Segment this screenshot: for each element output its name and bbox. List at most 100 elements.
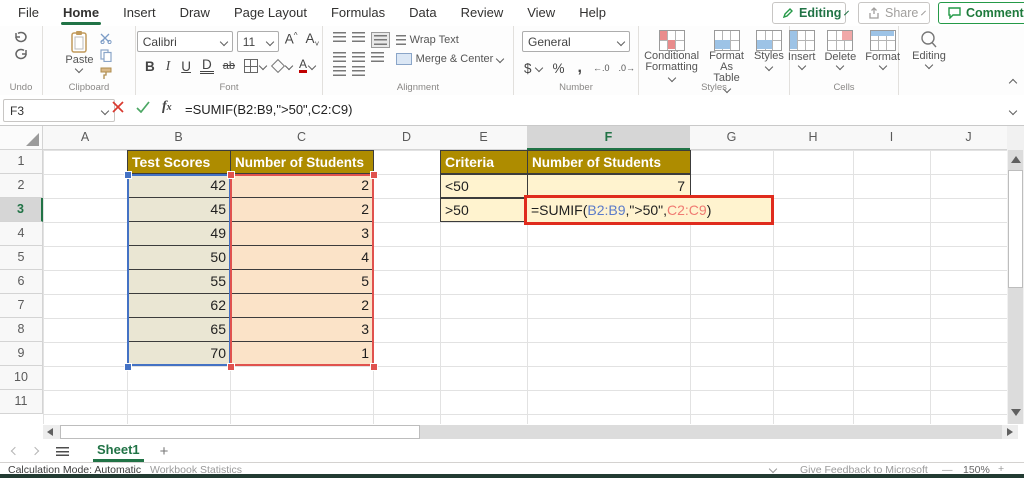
tab-file[interactable]: File bbox=[6, 0, 51, 26]
underline-button[interactable]: U bbox=[179, 59, 193, 74]
row-header-6[interactable]: 6 bbox=[0, 270, 43, 294]
paste-button[interactable]: Paste bbox=[65, 30, 93, 72]
format-painter-icon[interactable] bbox=[100, 67, 113, 80]
borders-button[interactable] bbox=[244, 59, 266, 73]
tab-draw[interactable]: Draw bbox=[168, 0, 222, 26]
tab-data[interactable]: Data bbox=[397, 0, 448, 26]
vertical-scrollbar-thumb[interactable] bbox=[1008, 170, 1023, 288]
range-handle-red-bottom-left[interactable] bbox=[227, 363, 235, 371]
align-middle-icon[interactable] bbox=[352, 32, 365, 42]
accounting-format-button[interactable]: $ bbox=[522, 61, 542, 76]
range-handle-blue-top-left[interactable] bbox=[124, 171, 132, 179]
range-handle-red-top-right[interactable] bbox=[370, 171, 378, 179]
undo-icon[interactable] bbox=[13, 30, 29, 43]
cell-B1[interactable]: Test Scores bbox=[127, 150, 231, 174]
row-header-8[interactable]: 8 bbox=[0, 318, 43, 342]
tab-home[interactable]: Home bbox=[51, 0, 111, 26]
copy-icon[interactable] bbox=[100, 49, 113, 62]
scroll-right-arrow[interactable] bbox=[1007, 428, 1013, 436]
formula-input[interactable]: =SUMIF(B2:B9,">50",C2:C9) bbox=[185, 95, 352, 125]
column-header-E[interactable]: E bbox=[440, 126, 528, 150]
bold-button[interactable]: B bbox=[143, 59, 157, 74]
row-header-5[interactable]: 5 bbox=[0, 246, 43, 270]
row-header-4[interactable]: 4 bbox=[0, 222, 43, 246]
italic-button[interactable]: I bbox=[164, 58, 173, 74]
column-header-G[interactable]: G bbox=[690, 126, 774, 150]
cell-E2[interactable]: <50 bbox=[440, 174, 528, 198]
row-header-2[interactable]: 2 bbox=[0, 174, 43, 198]
column-header-J[interactable]: J bbox=[930, 126, 1007, 150]
font-name-select[interactable]: Calibri bbox=[137, 31, 233, 52]
percent-style-button[interactable]: % bbox=[551, 61, 567, 76]
column-header-B[interactable]: B bbox=[127, 126, 231, 150]
font-size-select[interactable]: 11 bbox=[237, 31, 279, 52]
tab-formulas[interactable]: Formulas bbox=[319, 0, 397, 26]
range-handle-red-top-left[interactable] bbox=[227, 171, 235, 179]
tab-help[interactable]: Help bbox=[567, 0, 618, 26]
format-cells-button[interactable]: Format bbox=[865, 30, 900, 69]
column-header-F[interactable]: F bbox=[527, 126, 691, 150]
cell-styles-button[interactable]: Styles bbox=[754, 30, 784, 73]
shrink-font-button[interactable]: A˅ bbox=[304, 31, 322, 52]
confirm-entry-icon[interactable] bbox=[136, 101, 150, 113]
row-header-9[interactable]: 9 bbox=[0, 342, 43, 366]
row-header-10[interactable]: 10 bbox=[0, 366, 43, 390]
strikethrough-button[interactable]: ab bbox=[221, 60, 237, 72]
font-color-button[interactable]: A bbox=[299, 59, 315, 73]
expand-formula-bar-icon[interactable] bbox=[1009, 107, 1017, 115]
decrease-indent-icon[interactable] bbox=[333, 66, 346, 76]
collapse-ribbon-button[interactable] bbox=[1010, 73, 1016, 91]
scroll-down-arrow[interactable] bbox=[1011, 409, 1021, 416]
cell-E1[interactable]: Criteria bbox=[440, 150, 528, 174]
scroll-up-arrow[interactable] bbox=[1011, 156, 1021, 163]
decrease-decimal-button[interactable]: .0→ bbox=[619, 63, 636, 73]
insert-cells-button[interactable]: Insert bbox=[788, 30, 816, 69]
editing-mode-button[interactable]: Editing bbox=[772, 2, 846, 24]
align-left-icon[interactable] bbox=[333, 52, 346, 62]
status-options-chevron-icon[interactable] bbox=[769, 465, 777, 473]
vertical-scrollbar[interactable] bbox=[1007, 126, 1024, 424]
share-button[interactable]: Share bbox=[858, 2, 930, 24]
align-top-icon[interactable] bbox=[333, 32, 346, 42]
column-header-A[interactable]: A bbox=[43, 126, 128, 150]
select-all-corner[interactable] bbox=[0, 126, 43, 150]
cancel-entry-icon[interactable] bbox=[112, 101, 124, 113]
conditional-formatting-button[interactable]: ConditionalFormatting bbox=[644, 30, 699, 84]
name-box[interactable]: F3 bbox=[3, 99, 115, 122]
cell-C1[interactable]: Number of Students bbox=[230, 150, 374, 174]
cell-E3[interactable]: >50 bbox=[440, 198, 528, 222]
merge-center-button[interactable]: Merge & Center bbox=[396, 53, 504, 65]
row-header-1[interactable]: 1 bbox=[0, 150, 43, 174]
column-header-I[interactable]: I bbox=[853, 126, 931, 150]
increase-decimal-button[interactable]: ←.0 bbox=[593, 63, 610, 73]
column-header-D[interactable]: D bbox=[373, 126, 441, 150]
previous-sheet-icon[interactable] bbox=[11, 447, 19, 455]
align-right-icon[interactable] bbox=[371, 52, 384, 62]
horizontal-scrollbar-thumb[interactable] bbox=[60, 425, 420, 439]
fill-color-button[interactable] bbox=[273, 61, 292, 71]
tab-page-layout[interactable]: Page Layout bbox=[222, 0, 319, 26]
column-header-H[interactable]: H bbox=[773, 126, 854, 150]
all-sheets-menu-icon[interactable] bbox=[56, 447, 69, 456]
tab-review[interactable]: Review bbox=[449, 0, 516, 26]
add-sheet-icon[interactable]: + bbox=[160, 443, 169, 460]
row-header-3[interactable]: 3 bbox=[0, 198, 43, 222]
sheet-tab-sheet1[interactable]: Sheet1 bbox=[93, 440, 144, 462]
active-cell-formula-F3[interactable]: =SUMIF(B2:B9,">50",C2:C9) bbox=[524, 195, 774, 225]
horizontal-scrollbar[interactable] bbox=[0, 424, 1024, 440]
number-format-select[interactable]: General bbox=[522, 31, 630, 52]
comma-style-button[interactable]: , bbox=[576, 59, 584, 77]
align-bottom-selected[interactable] bbox=[371, 32, 390, 48]
range-handle-blue-bottom-left[interactable] bbox=[124, 363, 132, 371]
grow-font-button[interactable]: A^ bbox=[283, 31, 300, 52]
cut-icon[interactable] bbox=[100, 33, 113, 44]
increase-indent-icon[interactable] bbox=[352, 66, 365, 76]
row-header-11[interactable]: 11 bbox=[0, 390, 43, 414]
tab-view[interactable]: View bbox=[515, 0, 567, 26]
next-sheet-icon[interactable] bbox=[31, 447, 39, 455]
redo-icon[interactable] bbox=[13, 47, 29, 60]
cell-F1[interactable]: Number of Students bbox=[527, 150, 691, 174]
double-underline-button[interactable]: D bbox=[200, 59, 214, 74]
delete-cells-button[interactable]: Delete bbox=[824, 30, 856, 69]
insert-function-icon[interactable]: fx bbox=[162, 99, 172, 115]
